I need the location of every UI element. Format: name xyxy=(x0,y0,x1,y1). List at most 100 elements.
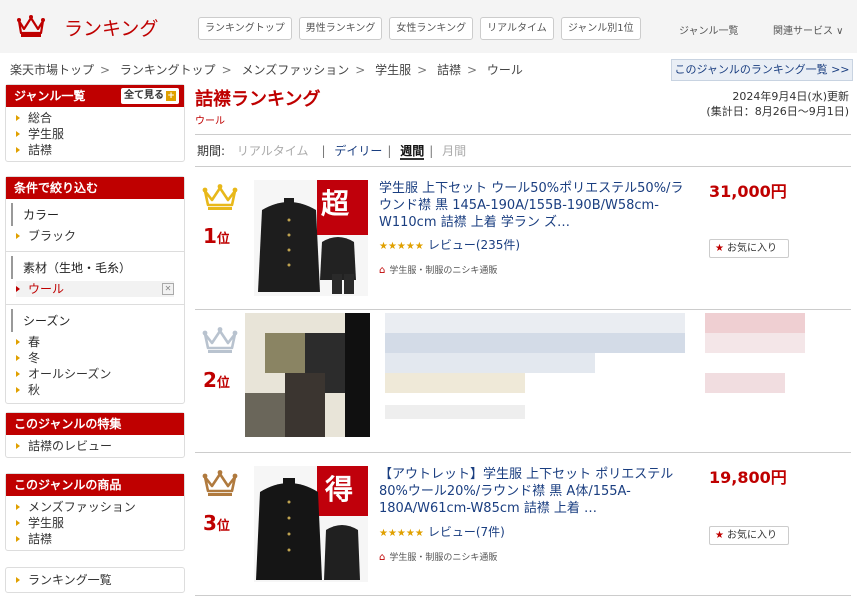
related-services-dropdown[interactable]: 関連サービス ∨ xyxy=(773,22,844,37)
favorite-label: お気に入り xyxy=(726,530,777,541)
divider xyxy=(195,452,851,453)
favorite-button[interactable]: ★ お気に入り xyxy=(709,526,789,545)
genre-list-link[interactable]: ジャンル一覧 xyxy=(679,22,739,37)
site-header: ランキング ランキングトップ 男性ランキング 女性ランキング リアルタイム ジャ… xyxy=(0,0,857,53)
shop-link[interactable]: ⌂ 学生服・制服のニシキ通販 xyxy=(379,550,497,563)
triangle-bullet-icon xyxy=(16,520,20,526)
period-weekly[interactable]: 週間 xyxy=(400,144,425,160)
blurred-product[interactable] xyxy=(245,313,805,437)
review-count-link[interactable]: レビュー(235件) xyxy=(428,238,520,252)
period-range: (集計日：8月26日～9月1日) xyxy=(706,105,849,118)
triangle-bullet-icon xyxy=(16,115,20,121)
favorite-button[interactable]: ★ お気に入り xyxy=(709,239,789,258)
period-realtime: リアルタイム xyxy=(236,144,309,158)
breadcrumb-item[interactable]: メンズファッション xyxy=(241,63,349,77)
triangle-bullet-icon xyxy=(16,443,20,449)
product-title-link[interactable]: 【アウトレット】学生服 上下セット ポリエステル80%ウール20%/ラウンド襟 … xyxy=(379,466,689,517)
product-genre-label: 詰襟 xyxy=(28,532,53,546)
bronze-crown-icon xyxy=(202,470,238,496)
shop-house-icon: ⌂ xyxy=(379,552,386,563)
filter-season-item[interactable]: オールシーズン xyxy=(16,366,174,382)
triangle-bullet-icon xyxy=(16,371,20,377)
breadcrumb-separator: > xyxy=(417,63,428,77)
product-genre-item[interactable]: 学生服 xyxy=(16,515,174,531)
filter-season-item[interactable]: 冬 xyxy=(16,350,174,366)
filter-color-item[interactable]: ブラック xyxy=(16,228,174,244)
genre-item[interactable]: 総合 xyxy=(16,110,174,126)
product-genre-item[interactable]: 詰襟 xyxy=(16,531,174,547)
feature-box-header: このジャンルの特集 xyxy=(6,413,184,435)
blur-block xyxy=(245,393,285,437)
rating: ★★★★★ レビュー(7件) xyxy=(379,523,505,540)
filter-box-header: 条件で絞り込む xyxy=(6,177,184,199)
ranking-list-box[interactable]: ランキング一覧 xyxy=(5,567,185,593)
rating: ★★★★★ レビュー(235件) xyxy=(379,236,520,253)
divider xyxy=(6,304,184,305)
gold-crown-icon xyxy=(202,184,238,210)
shop-name: 学生服・制服のニシキ通販 xyxy=(389,553,498,563)
rank-suffix: 位 xyxy=(216,376,230,391)
blur-block xyxy=(705,373,785,393)
breadcrumb-item[interactable]: 楽天市場トップ xyxy=(10,63,94,77)
filter-color-label: ブラック xyxy=(28,229,77,243)
feature-item[interactable]: 詰襟のレビュー xyxy=(16,438,174,454)
product-genre-label: 学生服 xyxy=(28,516,65,530)
review-count-link[interactable]: レビュー(7件) xyxy=(428,525,505,539)
divider xyxy=(195,309,851,310)
breadcrumb-item[interactable]: 詰襟 xyxy=(437,63,461,77)
triangle-bullet-icon xyxy=(16,504,20,510)
plus-icon: + xyxy=(166,91,176,101)
blur-block xyxy=(385,333,685,353)
filter-season-item[interactable]: 春 xyxy=(16,334,174,350)
genre-item[interactable]: 学生服 xyxy=(16,126,174,142)
triangle-bullet-icon xyxy=(16,355,20,361)
filter-season-label: 秋 xyxy=(28,383,41,397)
logo-text[interactable]: ランキング xyxy=(64,14,158,41)
blur-block xyxy=(385,405,525,419)
period-monthly: 月間 xyxy=(442,144,467,158)
feature-item-label: 詰襟のレビュー xyxy=(28,439,113,453)
breadcrumb-item[interactable]: 学生服 xyxy=(375,63,411,77)
rank-suffix: 位 xyxy=(216,519,230,534)
blur-block xyxy=(705,333,805,353)
shop-house-icon: ⌂ xyxy=(379,265,386,276)
product-thumbnail[interactable]: 得 xyxy=(254,466,368,582)
product-price: 31,000円 xyxy=(709,182,787,201)
breadcrumb: 楽天市場トップ > ランキングトップ > メンズファッション > 学生服 > 詰襟 > ウ… xyxy=(10,61,523,78)
genre-ranking-list-button[interactable]: このジャンルのランキング一覧 >> xyxy=(671,59,853,81)
filter-box: 条件で絞り込む カラー ブラック 素材（生地・毛糸） ウール ✕ シーズン 春 冬… xyxy=(5,176,185,404)
star-rating-icon: ★★★★★ xyxy=(379,528,424,539)
filter-season-label: オールシーズン xyxy=(28,367,112,381)
shop-link[interactable]: ⌂ 学生服・制服のニシキ通販 xyxy=(379,263,497,276)
blur-block xyxy=(385,313,685,333)
product-title-link[interactable]: 学生服 上下セット ウール50%ポリエステル50%/ラウンド襟 黒 145A-1… xyxy=(379,180,689,231)
filter-season-item[interactable]: 秋 xyxy=(16,382,174,398)
clear-filter-icon[interactable]: ✕ xyxy=(162,283,174,295)
period-daily[interactable]: デイリー xyxy=(334,144,382,158)
favorite-label: お気に入り xyxy=(726,243,777,254)
filter-material-item-selected[interactable]: ウール ✕ xyxy=(16,281,174,297)
product-thumbnail[interactable]: 超 xyxy=(254,180,368,296)
nav-realtime[interactable]: リアルタイム xyxy=(480,17,554,40)
products-box: このジャンルの商品 メンズファッション 学生服 詰襟 xyxy=(5,473,185,551)
genre-box-title: ジャンル一覧 xyxy=(14,89,86,103)
ranking-list-link[interactable]: ランキング一覧 xyxy=(16,572,174,588)
rank-number: 1位 xyxy=(203,224,230,248)
period-separator: | xyxy=(387,144,392,158)
crown-logo-icon[interactable] xyxy=(16,13,46,39)
blur-block xyxy=(385,373,525,393)
breadcrumb-item[interactable]: ランキングトップ xyxy=(120,63,216,77)
genre-item[interactable]: 詰襟 xyxy=(16,142,174,158)
breadcrumb-item[interactable]: ウール xyxy=(487,63,523,77)
nav-female-ranking[interactable]: 女性ランキング xyxy=(389,17,474,40)
breadcrumb-separator: > xyxy=(100,63,111,77)
nav-male-ranking[interactable]: 男性ランキング xyxy=(298,17,383,40)
nav-genre-first[interactable]: ジャンル別1位 xyxy=(560,17,641,40)
product-genre-item[interactable]: メンズファッション xyxy=(16,499,174,515)
filter-season-label: 冬 xyxy=(28,351,41,365)
color-filter-title: カラー xyxy=(11,203,184,226)
rank-value: 1 xyxy=(203,224,217,248)
subgenre-label[interactable]: ウール xyxy=(195,112,225,127)
nav-ranking-top[interactable]: ランキングトップ xyxy=(198,17,292,40)
see-all-button[interactable]: 全て見る + xyxy=(121,88,179,104)
